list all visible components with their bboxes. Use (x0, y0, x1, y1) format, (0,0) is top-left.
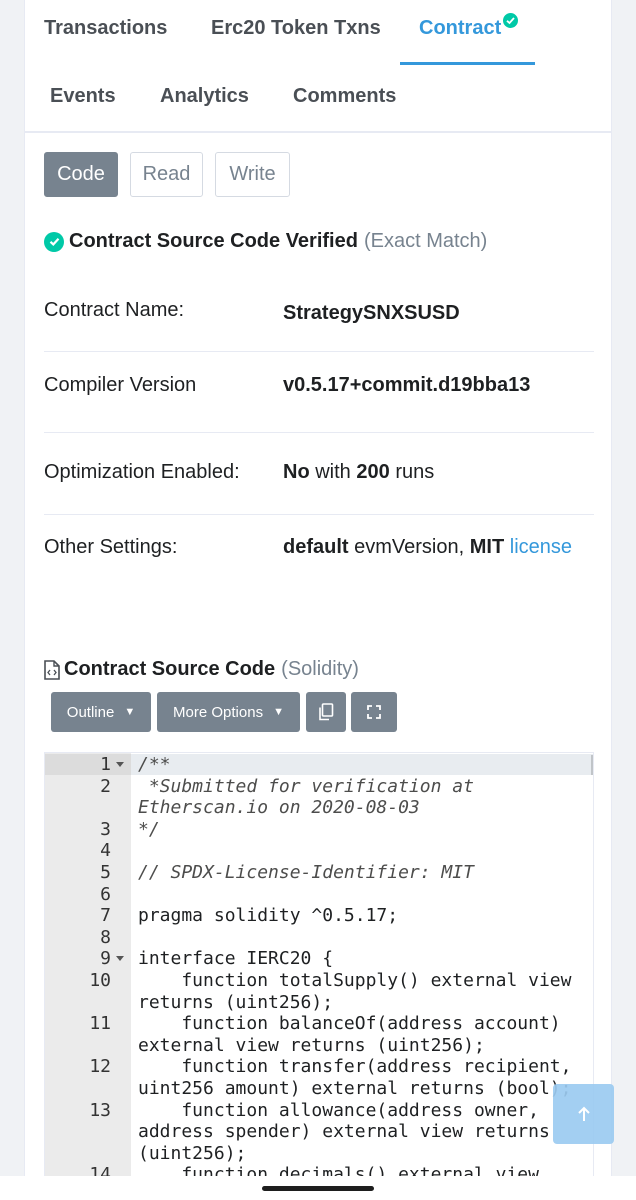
other-settings-value: default evmVersion, MIT license (283, 536, 573, 558)
more-options-button[interactable]: More Options ▼ (157, 692, 300, 732)
line-number: 1 (100, 754, 111, 775)
code-editor[interactable]: 1/** 2 *Submitted for verification at Ethe… (44, 752, 594, 1200)
code-line: 5 // SPDX-License-Identifier: MIT (45, 862, 593, 884)
license-link[interactable]: license (510, 536, 572, 558)
code-line: 6 (45, 883, 593, 906)
line-number: 7 (100, 905, 111, 927)
contract-card: Transactions Erc20 Token Txns Contract E… (24, 0, 612, 1200)
code-text: /** (138, 754, 171, 775)
line-number: 8 (100, 926, 111, 948)
copy-button[interactable] (306, 692, 346, 732)
line-number: 2 (100, 775, 111, 797)
tab-events[interactable]: Events (50, 85, 116, 108)
code-line: 1 /** (45, 754, 593, 776)
code-text: function transfer(address recipient, (138, 1056, 572, 1078)
tab-analytics[interactable]: Analytics (160, 85, 249, 108)
code-line: 8 (45, 926, 593, 949)
read-button[interactable]: Read (130, 152, 203, 197)
copy-icon (318, 703, 334, 721)
line-number: 9 (100, 948, 111, 970)
tab-erc20-token-txns[interactable]: Erc20 Token Txns (211, 17, 381, 40)
line-number: 6 (100, 883, 111, 905)
optimization-label: Optimization Enabled: (44, 461, 240, 483)
code-line: 2 *Submitted for verification at Ethersca… (45, 775, 593, 819)
code-line: 13 function allowance(address owner, addr… (45, 1099, 593, 1165)
code-line: 7 pragma solidity ^0.5.17; (45, 905, 593, 927)
code-text: // SPDX-License-Identifier: MIT (138, 862, 474, 883)
line-number: 12 (89, 1056, 111, 1078)
source-code-title: Contract Source Code (64, 658, 276, 680)
code-line: 10 function totalSupply() external view r… (45, 970, 593, 1013)
code-text: function allowance(address owner, (138, 1099, 539, 1121)
fullscreen-icon (367, 705, 381, 719)
tabs-divider (25, 131, 611, 133)
code-line: 4 (45, 840, 593, 862)
write-button[interactable]: Write (215, 152, 290, 197)
outline-label: Outline (66, 703, 115, 721)
code-line: 12 function transfer(address recipient, u… (45, 1056, 593, 1099)
other-settings-label: Other Settings: (44, 536, 178, 558)
code-text: external view returns (uint256); (138, 1034, 485, 1056)
chevron-down-icon: ▼ (124, 706, 136, 718)
line-number: 5 (100, 862, 111, 883)
tab-contract[interactable]: Contract (419, 13, 519, 40)
arrow-up-icon (577, 1106, 591, 1122)
verified-heading: Contract Source Code Verified (Exact Mat… (44, 230, 487, 253)
code-text: pragma solidity ^0.5.17; (138, 905, 399, 927)
outline-button[interactable]: Outline ▼ (51, 692, 151, 732)
row-divider (44, 432, 594, 433)
chevron-down-icon: ▼ (273, 706, 284, 718)
code-line: 3 */ (45, 818, 593, 841)
code-text: Etherscan.io on 2020-08-03 (138, 797, 420, 819)
compiler-version-value: v0.5.17+commit.d19bba13 (283, 374, 531, 396)
code-line: 11 function balanceOf(address account) ex… (45, 1013, 593, 1056)
check-circle-icon (44, 231, 64, 252)
code-text: function totalSupply() external view (138, 970, 572, 991)
verified-title: Contract Source Code Verified (69, 230, 358, 252)
row-divider (44, 514, 594, 515)
code-text: interface IERC20 { (138, 948, 334, 970)
scroll-to-top-button[interactable] (553, 1084, 614, 1144)
verified-check-icon (503, 13, 519, 28)
line-number: 3 (100, 818, 111, 840)
optimization-value: No with 200 runs (283, 461, 435, 483)
line-number: 13 (89, 1099, 111, 1121)
code-line: 9 interface IERC20 { (45, 948, 593, 970)
line-number: 11 (89, 1013, 111, 1035)
contract-name-label: Contract Name: (44, 299, 185, 321)
fold-arrow-icon[interactable] (116, 762, 124, 767)
fold-arrow-icon[interactable] (116, 956, 124, 962)
source-code-heading: Contract Source Code (Solidity) (44, 658, 359, 681)
source-language: (Solidity) (281, 658, 359, 680)
fullscreen-button[interactable] (351, 692, 397, 732)
contract-name-value: StrategySNXSUSD (283, 302, 460, 324)
tab-contract-label: Contract (419, 17, 502, 39)
tab-comments[interactable]: Comments (293, 85, 396, 108)
more-options-label: More Options (173, 703, 264, 721)
verified-match: (Exact Match) (363, 230, 488, 252)
code-text: (uint256); (138, 1142, 247, 1164)
home-indicator[interactable] (262, 1186, 374, 1191)
code-text: uint256 amount) external returns (bool); (138, 1077, 572, 1099)
code-text: returns (uint256); (138, 991, 334, 1013)
code-text: function balanceOf(address account) (138, 1013, 561, 1035)
row-divider (44, 351, 594, 352)
tab-transactions[interactable]: Transactions (44, 17, 167, 40)
active-tab-indicator (400, 62, 535, 65)
code-text: *Submitted for verification at (138, 775, 474, 797)
code-button[interactable]: Code (44, 152, 118, 197)
code-text: */ (138, 818, 160, 840)
code-text: address spender) external view returns (138, 1121, 550, 1143)
line-number: 10 (89, 970, 111, 991)
compiler-version-label: Compiler Version (44, 374, 197, 396)
file-code-icon (44, 659, 60, 680)
line-number: 4 (100, 840, 111, 862)
